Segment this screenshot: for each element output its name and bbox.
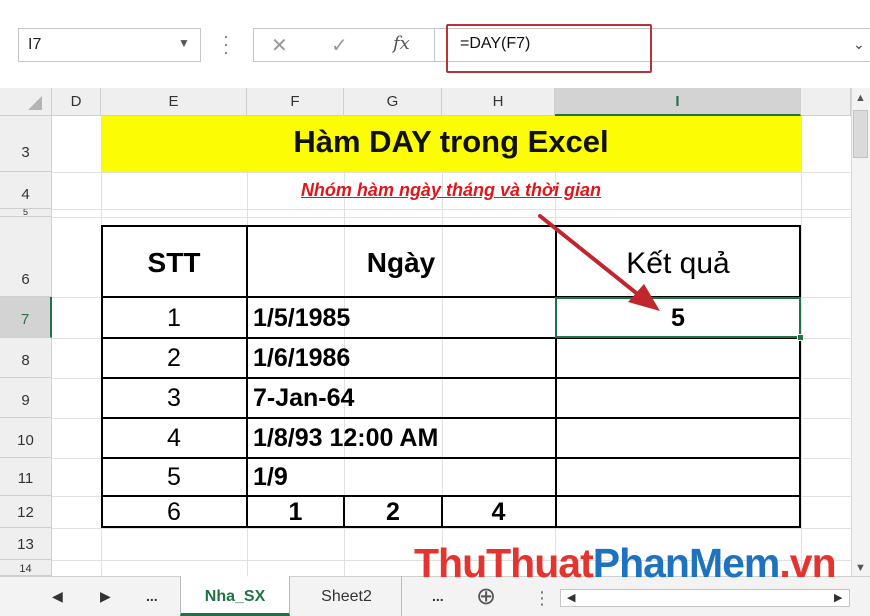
scroll-left-icon[interactable]: ◀ bbox=[567, 591, 575, 604]
watermark-part-1: ThuThuat bbox=[414, 540, 594, 586]
more-sheets-left-button[interactable]: ... bbox=[146, 588, 158, 604]
tab-splitter-icon[interactable]: ⋮ bbox=[533, 588, 551, 609]
scroll-up-icon[interactable]: ▲ bbox=[855, 92, 866, 104]
scroll-right-icon[interactable]: ▶ bbox=[834, 591, 842, 604]
scroll-thumb[interactable] bbox=[853, 110, 868, 158]
next-sheet-icon[interactable]: ▶ bbox=[100, 588, 111, 605]
more-sheets-right-button[interactable]: ... bbox=[432, 588, 444, 604]
tab-nha-sx[interactable]: Nha_SX bbox=[180, 576, 290, 616]
horizontal-scrollbar[interactable] bbox=[560, 589, 850, 607]
prev-sheet-icon[interactable]: ◀ bbox=[52, 588, 63, 605]
watermark-part-2: PhanMem bbox=[592, 540, 781, 586]
annotation-arrow-icon bbox=[538, 214, 660, 311]
tab-sheet2[interactable]: Sheet2 bbox=[292, 576, 402, 616]
watermark-part-3: .vn bbox=[779, 540, 836, 586]
watermark-logo: ThuThuatPhanMem.vn bbox=[414, 540, 837, 587]
scroll-down-icon[interactable]: ▼ bbox=[855, 562, 866, 574]
vertical-scrollbar[interactable] bbox=[851, 88, 870, 576]
